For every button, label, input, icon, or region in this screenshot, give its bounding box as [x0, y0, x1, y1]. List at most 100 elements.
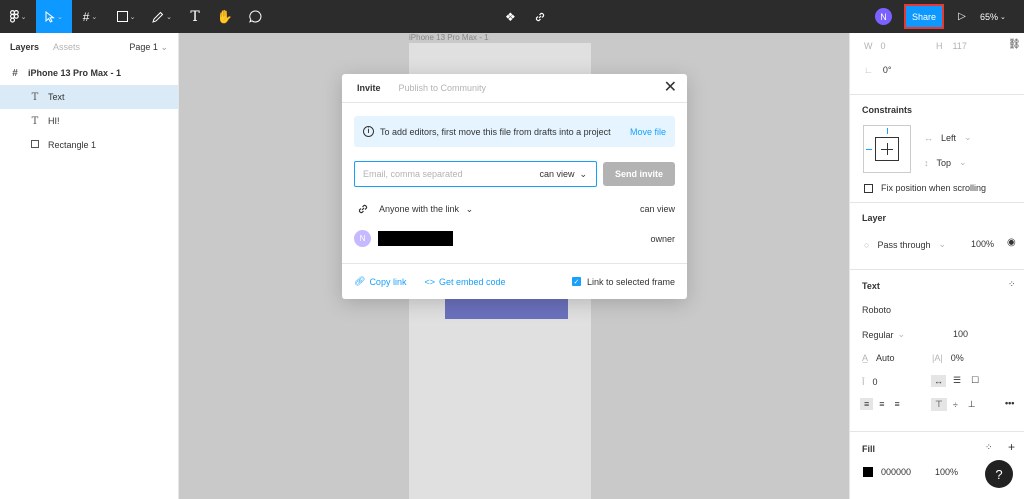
send-invite-button[interactable]: Send invite — [603, 162, 675, 186]
comment-tool-button[interactable] — [240, 0, 270, 33]
blend-mode-value: Pass through — [877, 239, 931, 250]
layer-row[interactable]: T HI! — [0, 109, 178, 133]
eye-icon[interactable]: ◉ — [1007, 237, 1016, 248]
link-to-frame-checkbox[interactable]: ✓ Link to selected frame — [571, 277, 675, 287]
frame-tool-button[interactable]: # ⌄ — [72, 0, 108, 33]
chevron-down-icon: ⌄ — [579, 168, 587, 179]
present-button[interactable]: ▷ — [944, 11, 980, 22]
link-icon — [358, 204, 368, 214]
layer-opacity-input[interactable]: 100% — [971, 239, 994, 249]
avatar: N — [354, 230, 371, 247]
layers-panel: Layers Assets Page 1 ⌄ # iPhone 13 Pro M… — [0, 33, 179, 499]
shape-tool-button[interactable]: ⌄ — [108, 0, 144, 33]
fill-opacity-input[interactable]: 100% — [935, 467, 958, 477]
letter-spacing-input[interactable]: 0% — [951, 353, 964, 363]
align-middle-icon[interactable]: ÷ — [949, 399, 962, 411]
line-height-icon: A̲ — [862, 353, 869, 363]
move-file-link[interactable]: Move file — [630, 127, 666, 137]
zoom-dropdown[interactable]: 65% ⌄ — [980, 12, 1024, 22]
properties-panel: W 0 H 117 ⛓ ∟ 0° Constraints ↔ Left ⌄ ↕ — [849, 33, 1024, 499]
blend-mode-dropdown[interactable]: ○ Pass through ⌄ — [864, 239, 946, 250]
layer-row[interactable]: # iPhone 13 Pro Max - 1 — [0, 61, 178, 85]
fill-styles-icon[interactable]: ⁘ — [985, 442, 993, 453]
align-top-icon[interactable]: ⊤ — [931, 398, 947, 411]
more-options-icon[interactable]: ••• — [1005, 398, 1014, 408]
font-family-dropdown[interactable]: Roboto — [862, 305, 891, 315]
vertical-constraint-dropdown[interactable]: ↕ Top ⌄ — [924, 157, 967, 168]
dialog-footer: 🔗︎ Copy link <> Get embed code ✓ Link to… — [342, 263, 687, 299]
get-embed-code-button[interactable]: <> Get embed code — [424, 277, 505, 287]
component-icon[interactable]: ❖ — [505, 10, 516, 24]
share-button[interactable]: Share — [904, 4, 944, 29]
email-input[interactable] — [363, 169, 533, 179]
vertical-constraint-value: Top — [936, 157, 952, 168]
width-input[interactable]: 0 — [881, 41, 886, 51]
collaborator-row: N owner — [354, 230, 675, 247]
blend-mode-icon: ○ — [864, 239, 870, 250]
text-styles-icon[interactable]: ⁘ — [1008, 279, 1016, 290]
invite-permission-dropdown[interactable]: can view ⌄ — [539, 169, 596, 180]
fixed-size-icon[interactable]: ☐ — [968, 374, 982, 387]
add-fill-icon[interactable]: + — [1008, 440, 1015, 454]
hand-tool-button[interactable]: ✋ — [210, 0, 240, 33]
tab-layers[interactable]: Layers — [10, 42, 39, 52]
font-weight-dropdown[interactable]: Regular ⌄ — [862, 329, 905, 340]
comment-icon — [248, 10, 261, 23]
layer-row[interactable]: T Text — [0, 85, 178, 109]
line-height-input[interactable]: Auto — [876, 353, 895, 363]
link-permission-dropdown[interactable]: can view — [640, 204, 675, 214]
fill-hex-input[interactable]: 000000 — [881, 467, 911, 477]
frame-icon: # — [12, 67, 18, 79]
user-role: owner — [650, 233, 675, 244]
close-icon[interactable]: ✕ — [664, 80, 677, 96]
tab-assets[interactable]: Assets — [53, 42, 80, 52]
constrain-proportions-icon[interactable]: ⛓ — [1008, 39, 1021, 50]
width-label: W — [864, 41, 873, 51]
checkbox-icon — [864, 183, 873, 193]
copy-link-button[interactable]: 🔗︎ Copy link — [354, 276, 406, 287]
page-selector-label: Page 1 — [129, 41, 158, 52]
radius-input[interactable]: 0° — [883, 65, 892, 75]
fill-swatch[interactable] — [863, 467, 873, 477]
layer-name: Rectangle 1 — [48, 140, 97, 150]
embed-code-label: Get embed code — [438, 276, 506, 287]
constraints-section: Constraints ↔ Left ⌄ ↕ Top ⌄ Fix positio… — [850, 95, 1024, 203]
horizontal-arrows-icon: ↔ — [924, 132, 933, 143]
auto-height-icon[interactable]: ☰ — [950, 374, 964, 387]
fix-position-checkbox[interactable]: Fix position when scrolling — [864, 183, 986, 193]
text-icon: T — [190, 8, 200, 25]
main-menu-button[interactable]: ⌄ — [0, 0, 36, 33]
constraints-title: Constraints — [862, 105, 913, 115]
user-avatar[interactable]: N — [875, 8, 892, 25]
height-input[interactable]: 117 — [953, 41, 967, 51]
font-size-input[interactable]: 100 — [953, 329, 968, 339]
link-access-dropdown[interactable]: Anyone with the link ⌄ — [379, 204, 473, 215]
email-field[interactable]: can view ⌄ — [354, 161, 597, 187]
tab-invite[interactable]: Invite — [357, 83, 381, 93]
align-bottom-icon[interactable]: ⊥ — [964, 398, 980, 411]
figma-logo-icon — [9, 10, 19, 23]
link-icon[interactable] — [534, 11, 546, 23]
horizontal-constraint-dropdown[interactable]: ↔ Left ⌄ — [924, 132, 972, 143]
left-panel-tabs: Layers Assets Page 1 ⌄ — [0, 33, 178, 61]
info-icon: i — [363, 126, 374, 137]
play-icon: ▷ — [958, 11, 966, 22]
layer-row[interactable]: Rectangle 1 — [0, 133, 178, 157]
fill-title: Fill — [862, 444, 875, 454]
move-tool-button[interactable]: ⌄ — [36, 0, 72, 33]
toolbar-center: ❖ — [505, 0, 546, 33]
text-tool-button[interactable]: T — [180, 0, 210, 33]
help-button[interactable]: ? — [985, 460, 1013, 488]
align-left-icon[interactable]: ≡ — [860, 398, 874, 410]
layer-title: Layer — [862, 213, 887, 223]
paragraph-spacing-icon: Ī — [862, 377, 865, 387]
align-right-icon[interactable]: ≡ — [891, 398, 904, 410]
page-selector[interactable]: Page 1 ⌄ — [129, 42, 168, 53]
paragraph-spacing-input[interactable]: 0 — [873, 377, 878, 387]
constraints-widget[interactable] — [863, 125, 911, 173]
auto-width-icon[interactable]: ↔ — [931, 374, 946, 387]
hash-icon: # — [82, 9, 90, 24]
pen-tool-button[interactable]: ⌄ — [144, 0, 180, 33]
align-center-icon[interactable]: ≡ — [875, 398, 888, 410]
tab-publish-community[interactable]: Publish to Community — [399, 83, 487, 93]
